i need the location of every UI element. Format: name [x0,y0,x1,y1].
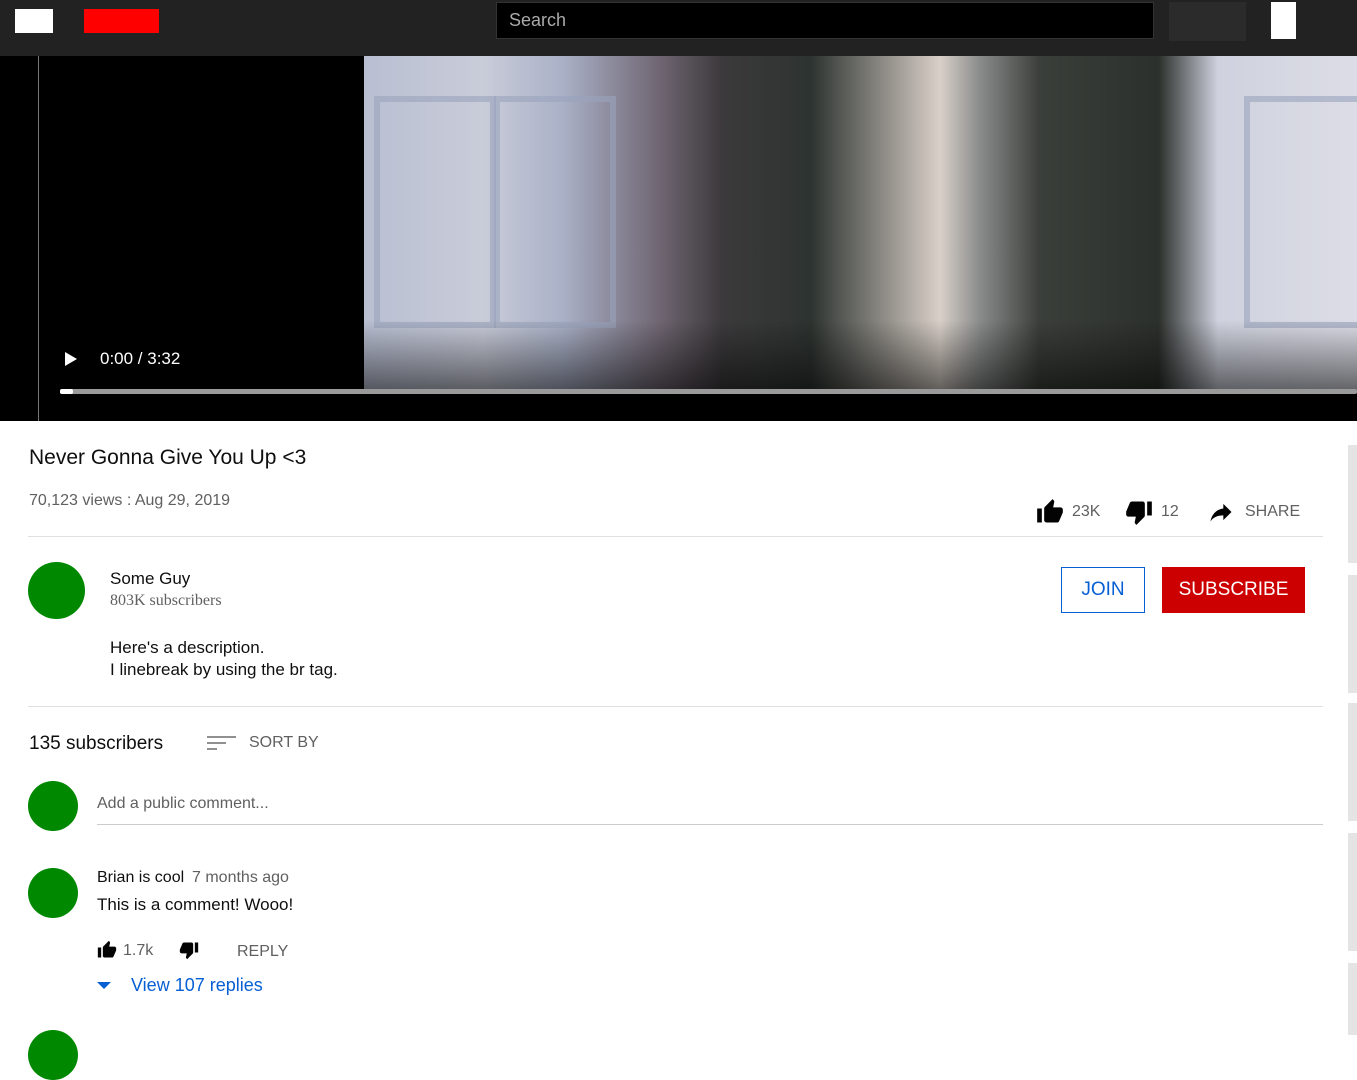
sort-by-button[interactable]: SORT BY [207,734,319,752]
progress-fill [60,389,73,394]
time-display: 0:00 / 3:32 [100,349,181,368]
thumbs-down-icon [1126,501,1152,525]
comments-count: 135 subscribers [29,733,164,754]
video-title: Never Gonna Give You Up <3 [29,446,307,469]
view-replies-label: View 107 replies [131,975,263,995]
video-meta: 70,123 views : Aug 29, 2019 [29,492,231,509]
user-avatar [28,781,78,831]
comment-author[interactable]: Brian is cool [97,869,184,887]
comment-input[interactable] [97,784,1323,825]
subscribe-button[interactable]: SUBSCRIBE [1162,567,1305,613]
comment-dislike-icon[interactable] [179,940,199,960]
video-player[interactable]: 0:00 / 3:32 [0,56,1357,421]
channel-name[interactable]: Some Guy [110,569,190,589]
sort-label: SORT BY [249,734,319,751]
share-button[interactable]: SHARE [1205,498,1300,526]
channel-subscriber-count: 803K subscribers [110,592,222,609]
dislike-count: 12 [1161,503,1179,520]
progress-bar[interactable] [60,389,1357,394]
like-count: 23K [1072,503,1101,520]
divider [28,536,1323,537]
join-button[interactable]: JOIN [1061,567,1145,613]
user-button[interactable] [1271,2,1296,39]
description-line: I linebreak by using the br tag. [110,660,338,679]
like-button[interactable]: 23K [1036,498,1100,526]
comment-like-icon[interactable] [97,940,117,960]
dislike-button[interactable]: 12 [1125,498,1179,526]
divider [28,706,1323,707]
top-bar [0,0,1357,56]
menu-button[interactable] [15,9,53,33]
comment-text: This is a comment! Wooo! [97,895,294,914]
share-label: SHARE [1245,503,1301,520]
reply-button[interactable]: REPLY [237,943,288,961]
logo[interactable] [84,9,159,33]
channel-avatar[interactable] [28,562,85,619]
comment-like-count: 1.7k [123,942,154,959]
sort-icon [207,736,236,750]
caret-down-icon [97,981,111,989]
thumbs-up-icon [1037,499,1063,523]
comment-avatar[interactable] [28,868,78,918]
video-description: Here's a description. I linebreak by usi… [110,637,338,681]
description-line: Here's a description. [110,638,265,657]
share-icon [1210,503,1232,522]
video-frame[interactable] [364,56,1357,390]
view-replies-button[interactable]: View 107 replies [97,975,263,996]
play-icon[interactable] [65,352,77,366]
comment-avatar[interactable] [28,1030,78,1080]
search-button[interactable] [1169,2,1246,41]
comment-time[interactable]: 7 months ago [192,869,289,887]
search-input[interactable] [496,2,1154,39]
